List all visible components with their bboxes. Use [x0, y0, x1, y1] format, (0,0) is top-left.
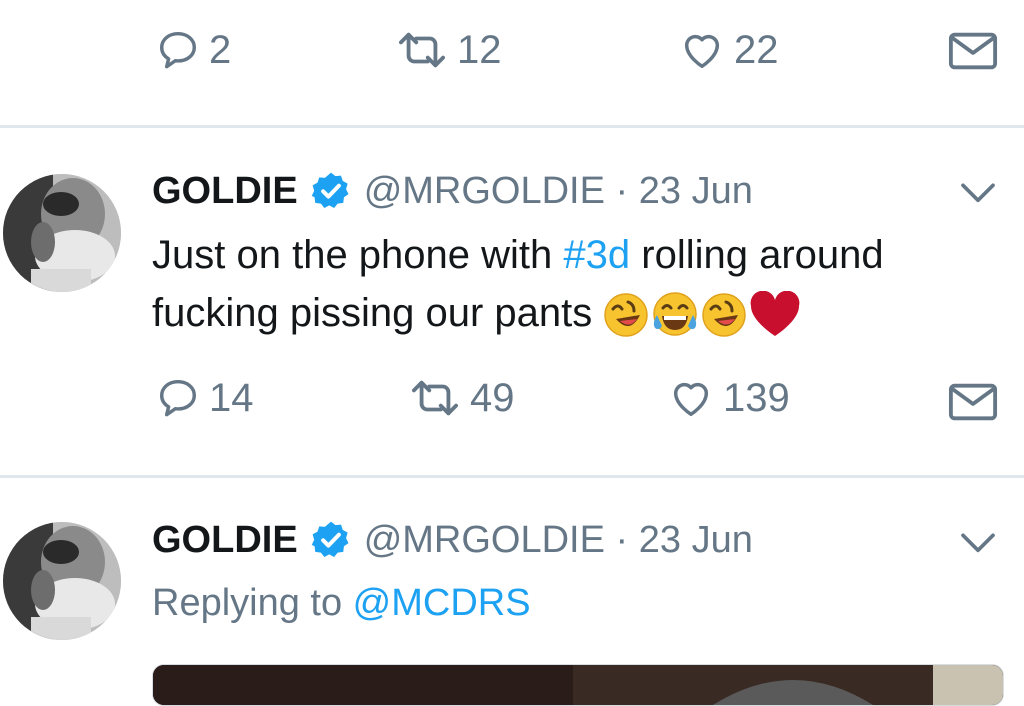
heart-icon — [673, 382, 709, 417]
avatar[interactable] — [3, 174, 121, 292]
tweet-date[interactable]: 23 Jun — [639, 170, 753, 213]
reply-count: 2 — [209, 28, 232, 72]
reply-icon — [159, 379, 197, 417]
retweet-button[interactable]: 49 — [408, 375, 515, 421]
replying-to-handle-link[interactable]: @MCDRS — [353, 582, 531, 624]
tweet1-action-bar: 14 49 139 — [0, 370, 1024, 430]
direct-message-button[interactable] — [948, 382, 998, 422]
emoji-group — [602, 291, 802, 339]
replying-to-label: Replying to — [152, 582, 353, 624]
header-separator: · — [604, 169, 639, 212]
tweet0-action-bar: 2 12 22 — [0, 22, 1024, 82]
tweet-header: GOLDIE @MRGOLDIE · 23 Jun — [152, 515, 753, 565]
chevron-down-icon[interactable] — [958, 176, 998, 208]
like-count: 22 — [734, 28, 779, 72]
tweet-divider — [0, 125, 1024, 128]
rolling-laughing-emoji-icon — [604, 293, 649, 338]
retweet-count: 49 — [470, 376, 515, 420]
author-handle[interactable]: @MRGOLDIE — [364, 170, 605, 213]
replying-to-line: Replying to @MCDRS — [152, 582, 531, 625]
reply-button[interactable]: 14 — [155, 375, 254, 421]
avatar[interactable] — [3, 522, 121, 640]
direct-message-button[interactable] — [948, 31, 998, 71]
tweet-divider — [0, 475, 1024, 478]
author-name[interactable]: GOLDIE — [152, 519, 298, 562]
red-heart-emoji-icon — [750, 291, 800, 337]
tweet-date[interactable]: 23 Jun — [639, 519, 753, 562]
avatar-photo — [3, 522, 121, 640]
author-name[interactable]: GOLDIE — [152, 170, 298, 213]
chevron-down-icon[interactable] — [958, 526, 998, 558]
verified-badge-icon — [311, 521, 349, 557]
envelope-icon — [948, 32, 998, 70]
tweet-header: GOLDIE @MRGOLDIE · 23 Jun — [152, 166, 753, 216]
envelope-icon — [948, 383, 998, 421]
retweet-icon — [399, 32, 446, 68]
hashtag-link[interactable]: #3d — [563, 233, 630, 277]
retweet-icon — [412, 380, 459, 416]
like-count: 139 — [723, 376, 790, 420]
author-handle[interactable]: @MRGOLDIE — [364, 519, 605, 562]
header-separator: · — [604, 518, 639, 561]
verified-badge-icon — [311, 172, 349, 208]
tweet-text: Just on the phone with #3d rolling aroun… — [152, 226, 1002, 342]
heart-icon — [684, 34, 720, 69]
media-thumbnail — [153, 665, 1003, 705]
retweet-button[interactable]: 12 — [395, 27, 502, 73]
like-button[interactable]: 139 — [667, 375, 790, 421]
tweet-media[interactable] — [152, 664, 1004, 706]
tears-of-joy-emoji-icon — [653, 292, 698, 337]
reply-button[interactable]: 2 — [155, 27, 231, 73]
rolling-laughing-emoji-icon — [702, 293, 747, 338]
like-button[interactable]: 22 — [678, 27, 779, 73]
avatar-photo — [3, 174, 121, 292]
tweet-text-part: Just on the phone with — [152, 233, 564, 277]
reply-count: 14 — [209, 376, 254, 420]
retweet-count: 12 — [457, 28, 502, 72]
reply-icon — [159, 31, 197, 69]
